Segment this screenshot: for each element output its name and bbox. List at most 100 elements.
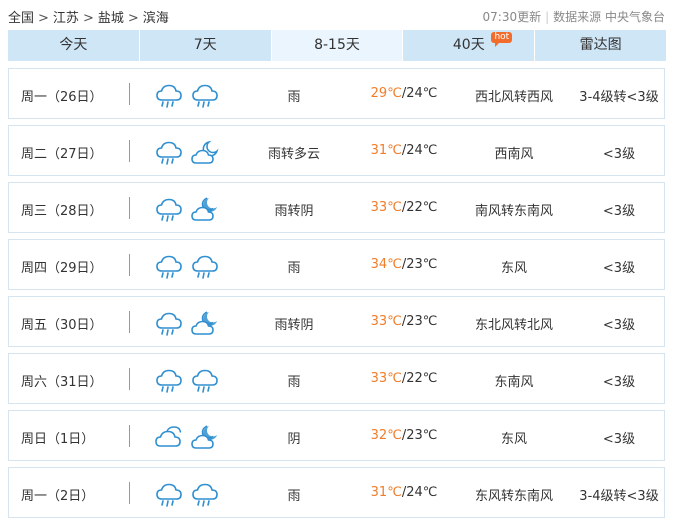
- rain-icon: [191, 480, 219, 508]
- temp-low: /24℃: [401, 485, 438, 500]
- breadcrumb-city[interactable]: 盐城: [98, 11, 124, 26]
- tab-40-days[interactable]: 40天 hot: [403, 30, 536, 61]
- rain-icon: [155, 480, 183, 508]
- weather-desc: 雨: [287, 90, 301, 105]
- temp-high: 32℃: [370, 428, 402, 443]
- divider: [129, 254, 130, 276]
- forecast-tabs: 今天 7天 8-15天 40天 hot 雷达图: [8, 30, 666, 61]
- divider: [129, 197, 130, 219]
- temp-high: 33℃: [370, 371, 402, 386]
- rain-icon: [191, 81, 219, 109]
- breadcrumb-national[interactable]: 全国: [8, 11, 34, 26]
- update-time: 07:30更新: [482, 10, 542, 24]
- top-bar: 全国 > 江苏 > 盐城 > 滨海 07:30更新 | 数据来源 中央气象台: [8, 0, 667, 30]
- breadcrumb-province[interactable]: 江苏: [53, 11, 79, 26]
- temperature: 33℃/22℃: [369, 200, 439, 215]
- weather-desc: 雨: [287, 489, 301, 504]
- hot-badge: hot: [491, 32, 513, 47]
- temp-low: /23℃: [401, 314, 438, 329]
- wind-direction: 东南风: [494, 375, 534, 390]
- temp-low: /24℃: [401, 86, 438, 101]
- breadcrumb-separator: >: [82, 11, 94, 26]
- day-label: 周五（30日）: [21, 318, 103, 333]
- forecast-row[interactable]: 周三（28日） 雨转阴 33℃/22℃ 南风转东南风 <3级: [8, 182, 665, 233]
- temp-low: /24℃: [401, 143, 438, 158]
- temp-low: /22℃: [401, 200, 438, 215]
- update-meta: 07:30更新 | 数据来源 中央气象台: [483, 8, 665, 25]
- forecast-row[interactable]: 周一（26日） 雨 29℃/24℃ 西北风转西风 3-4级转<3级: [8, 68, 665, 119]
- divider: [129, 140, 130, 162]
- day-label: 周四（29日）: [21, 261, 103, 276]
- wind-level: 3-4级转<3级: [579, 489, 659, 504]
- wind-level: <3级: [602, 318, 636, 333]
- weather-desc: 雨转阴: [274, 318, 314, 333]
- forecast-row[interactable]: 周四（29日） 雨 34℃/23℃ 东风 <3级: [8, 239, 665, 290]
- forecast-row[interactable]: 周五（30日） 雨转阴 33℃/23℃ 东北风转北风 <3级: [8, 296, 665, 347]
- cloudy-night-icon: [191, 195, 219, 223]
- overcast-icon: [155, 423, 183, 451]
- temperature: 31℃/24℃: [369, 143, 439, 158]
- rain-icon: [155, 309, 183, 337]
- tab-7-days[interactable]: 7天: [139, 30, 272, 61]
- temperature: 34℃/23℃: [369, 257, 439, 272]
- wind-level: <3级: [602, 204, 636, 219]
- wind-level: 3-4级转<3级: [579, 90, 659, 105]
- tab-label: 7天: [193, 37, 217, 53]
- temp-high: 33℃: [370, 314, 402, 329]
- wind-direction: 西北风转西风: [474, 90, 553, 105]
- day-label: 周日（1日）: [21, 432, 95, 447]
- cloudy-night-icon: [191, 309, 219, 337]
- temperature: 33℃/23℃: [369, 314, 439, 329]
- divider: [129, 425, 130, 447]
- wind-level: <3级: [602, 375, 636, 390]
- weather-desc: 阴: [287, 432, 301, 447]
- breadcrumb-separator: >: [38, 11, 49, 26]
- temperature: 32℃/23℃: [369, 428, 439, 443]
- forecast-row[interactable]: 周二（27日） 雨转多云 31℃/24℃ 西南风 <3级: [8, 125, 665, 176]
- divider: [129, 83, 130, 105]
- rain-icon: [155, 252, 183, 280]
- rain-icon: [191, 252, 219, 280]
- rain-icon: [155, 138, 183, 166]
- temperature: 33℃/22℃: [369, 371, 439, 386]
- rain-icon: [191, 366, 219, 394]
- tab-radar[interactable]: 雷达图: [535, 30, 666, 61]
- breadcrumb-separator: >: [127, 11, 139, 26]
- wind-level: <3级: [602, 261, 636, 276]
- breadcrumb: 全国 > 江苏 > 盐城 > 滨海: [8, 7, 169, 26]
- tab-label: 雷达图: [579, 37, 622, 53]
- temp-high: 31℃: [370, 485, 402, 500]
- tab-8-15-days[interactable]: 8-15天: [271, 30, 404, 61]
- weather-desc: 雨: [287, 375, 301, 390]
- temp-high: 31℃: [370, 143, 402, 158]
- wind-direction: 东北风转北风: [474, 318, 553, 333]
- wind-direction: 东风: [500, 261, 527, 276]
- forecast-row[interactable]: 周六（31日） 雨 33℃/22℃ 东南风 <3级: [8, 353, 665, 404]
- temp-high: 33℃: [370, 200, 402, 215]
- divider: [129, 368, 130, 390]
- breadcrumb-district: 滨海: [142, 11, 169, 26]
- forecast-row[interactable]: 周一（2日） 雨 31℃/24℃ 东风转东南风 3-4级转<3级: [8, 467, 665, 518]
- wind-level: <3级: [602, 147, 636, 162]
- weather-desc: 雨: [287, 261, 301, 276]
- temp-low: /23℃: [401, 257, 438, 272]
- tab-today[interactable]: 今天: [8, 30, 140, 61]
- day-label: 周三（28日）: [21, 204, 103, 219]
- temp-high: 34℃: [370, 257, 402, 272]
- tab-label: 40天: [452, 37, 485, 53]
- temp-low: /23℃: [401, 428, 438, 443]
- wind-direction: 西南风: [494, 147, 534, 162]
- weather-desc: 雨转阴: [274, 204, 314, 219]
- forecast-row[interactable]: 周日（1日） 阴 32℃/23℃ 东风 <3级: [8, 410, 665, 461]
- rain-icon: [155, 195, 183, 223]
- wind-direction: 东风: [500, 432, 527, 447]
- day-label: 周一（2日）: [21, 489, 95, 504]
- cloudy-night-icon: [191, 423, 219, 451]
- day-label: 周二（27日）: [21, 147, 103, 162]
- weather-desc: 雨转多云: [267, 147, 320, 162]
- day-label: 周一（26日）: [21, 90, 103, 105]
- temperature: 29℃/24℃: [369, 86, 439, 101]
- tab-label: 8-15天: [314, 37, 360, 53]
- divider: [129, 311, 130, 333]
- forecast-list: 周一（26日） 雨 29℃/24℃ 西北风转西风 3-4级转<3级 周二（27日…: [8, 68, 665, 524]
